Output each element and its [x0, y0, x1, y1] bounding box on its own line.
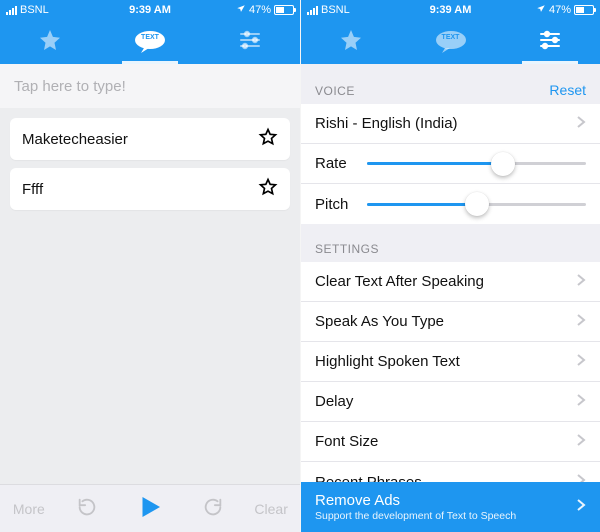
row-label: Font Size	[315, 433, 576, 450]
rate-slider[interactable]	[367, 162, 586, 165]
location-icon	[536, 4, 546, 17]
settings-section-header: SETTINGS	[301, 224, 600, 262]
text-bubble-icon: TEXT	[133, 30, 167, 54]
undo-button[interactable]	[58, 485, 116, 532]
carrier-label: BSNL	[321, 4, 350, 16]
battery-fill	[576, 7, 584, 13]
sliders-icon	[238, 28, 262, 57]
battery-icon	[574, 5, 594, 15]
voice-name-label: Rishi - English (India)	[315, 115, 576, 132]
rate-slider-thumb[interactable]	[491, 152, 515, 176]
text-bubble-label: TEXT	[133, 34, 167, 41]
settings-row-delay[interactable]: Delay	[301, 382, 600, 422]
sliders-icon	[538, 28, 562, 57]
settings-row-clear-text[interactable]: Clear Text After Speaking	[301, 262, 600, 302]
history-item-label: Ffff	[22, 181, 258, 198]
star-icon	[38, 28, 62, 57]
row-label: Highlight Spoken Text	[315, 353, 576, 370]
nav-bar: TEXT	[0, 20, 300, 64]
battery-pct: 47%	[249, 4, 271, 16]
battery-icon	[274, 5, 294, 15]
status-bar: BSNL 9:39 AM 47%	[0, 0, 300, 20]
tab-text[interactable]: TEXT	[100, 20, 200, 64]
location-icon	[236, 4, 246, 17]
settings-row-speak-type[interactable]: Speak As You Type	[301, 302, 600, 342]
battery-fill	[276, 7, 284, 13]
text-screen: BSNL 9:39 AM 47% TEXT	[0, 0, 300, 532]
row-label: Clear Text After Speaking	[315, 273, 576, 290]
carrier-label: BSNL	[20, 4, 49, 16]
chevron-right-icon	[576, 393, 586, 411]
bottom-toolbar: More Clear	[0, 484, 300, 532]
clear-button[interactable]: Clear	[242, 485, 300, 532]
chevron-right-icon	[576, 313, 586, 331]
tab-settings[interactable]	[500, 20, 600, 64]
rate-label: Rate	[315, 155, 357, 172]
settings-section-label: SETTINGS	[315, 242, 379, 256]
voice-group: Rishi - English (India) Rate Pitch	[301, 104, 600, 224]
play-icon	[135, 492, 165, 525]
star-icon	[339, 28, 363, 57]
text-input-placeholder: Tap here to type!	[14, 78, 126, 95]
play-button[interactable]	[115, 485, 184, 532]
redo-button[interactable]	[185, 485, 243, 532]
pitch-slider-fill	[367, 203, 477, 206]
voice-section-header: VOICE Reset	[301, 64, 600, 104]
status-bar: BSNL 9:39 AM 47%	[301, 0, 600, 20]
pitch-row: Pitch	[301, 184, 600, 224]
signal-icon	[6, 6, 17, 15]
rate-slider-fill	[367, 162, 503, 165]
pitch-slider-thumb[interactable]	[465, 192, 489, 216]
row-label: Delay	[315, 393, 576, 410]
settings-screen: BSNL 9:39 AM 47% TEXT	[300, 0, 600, 532]
voice-section-label: VOICE	[315, 84, 355, 98]
pitch-slider[interactable]	[367, 203, 586, 206]
tab-settings[interactable]	[200, 20, 300, 64]
settings-row-highlight[interactable]: Highlight Spoken Text	[301, 342, 600, 382]
tab-text[interactable]: TEXT	[401, 20, 501, 64]
redo-icon	[202, 496, 224, 521]
status-time: 9:39 AM	[129, 4, 171, 16]
chevron-right-icon	[576, 433, 586, 451]
more-button[interactable]: More	[0, 485, 58, 532]
more-label: More	[13, 501, 45, 517]
favorite-toggle[interactable]	[258, 127, 278, 151]
settings-body[interactable]: VOICE Reset Rishi - English (India) Rate…	[301, 64, 600, 532]
favorite-toggle[interactable]	[258, 177, 278, 201]
status-time: 9:39 AM	[430, 4, 472, 16]
history-list: Maketecheasier Ffff	[0, 108, 300, 484]
tab-favorites[interactable]	[0, 20, 100, 64]
remove-ads-banner[interactable]: Remove Ads Support the development of Te…	[301, 482, 600, 532]
battery-pct: 47%	[549, 4, 571, 16]
remove-ads-title: Remove Ads	[315, 492, 576, 510]
chevron-right-icon	[576, 353, 586, 371]
text-bubble-icon: TEXT	[434, 30, 468, 54]
text-bubble-label: TEXT	[434, 34, 468, 41]
reset-button[interactable]: Reset	[549, 82, 586, 98]
nav-bar: TEXT	[301, 20, 600, 64]
tab-favorites[interactable]	[301, 20, 401, 64]
remove-ads-sub: Support the development of Text to Speec…	[315, 510, 576, 523]
chevron-right-icon	[576, 498, 586, 517]
chevron-right-icon	[576, 115, 586, 133]
voice-row[interactable]: Rishi - English (India)	[301, 104, 600, 144]
row-label: Speak As You Type	[315, 313, 576, 330]
settings-group: Clear Text After Speaking Speak As You T…	[301, 262, 600, 502]
list-item[interactable]: Maketecheasier	[10, 118, 290, 160]
text-input[interactable]: Tap here to type!	[0, 64, 300, 108]
signal-icon	[307, 6, 318, 15]
rate-row: Rate	[301, 144, 600, 184]
undo-icon	[76, 496, 98, 521]
list-item[interactable]: Ffff	[10, 168, 290, 210]
chevron-right-icon	[576, 273, 586, 291]
clear-label: Clear	[254, 501, 287, 517]
pitch-label: Pitch	[315, 196, 357, 213]
settings-row-font-size[interactable]: Font Size	[301, 422, 600, 462]
history-item-label: Maketecheasier	[22, 131, 258, 148]
